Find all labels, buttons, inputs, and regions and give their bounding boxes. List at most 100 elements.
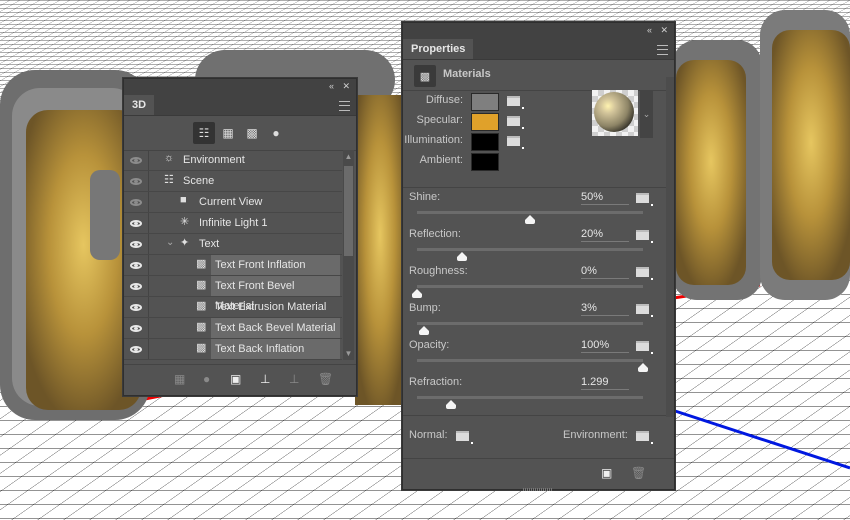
properties-footer: ▣ 🗑 (403, 458, 674, 491)
visibility-toggle[interactable] (124, 234, 149, 254)
panel-title-bar[interactable]: « ✕ (124, 79, 356, 95)
slider-thumb[interactable] (412, 289, 422, 298)
layer-row[interactable]: ✳ Infinite Light 1 (124, 213, 342, 234)
delete-icon[interactable]: 🗑 (631, 466, 646, 480)
render-icon[interactable]: ▣ (601, 466, 612, 480)
slider-value-input[interactable]: 100% (581, 339, 629, 353)
slider-label: Roughness: (409, 265, 468, 277)
visibility-toggle[interactable] (124, 255, 149, 275)
visibility-toggle[interactable] (124, 150, 149, 170)
slider-thumb[interactable] (638, 363, 648, 372)
drop-to-ground-icon[interactable]: ⊥ (260, 372, 270, 386)
slider-value-input[interactable]: 50% (581, 191, 629, 205)
slider-thumb[interactable] (525, 215, 535, 224)
slider-track[interactable] (417, 359, 643, 362)
eye-icon (130, 261, 142, 269)
texture-folder-icon[interactable] (636, 341, 653, 354)
layer-label: Scene (183, 175, 215, 187)
layer-row[interactable]: ▩ Text Back Bevel Material (124, 318, 342, 339)
texture-edit-icon[interactable] (507, 96, 524, 109)
render-icon[interactable]: ▣ (230, 372, 241, 386)
visibility-toggle[interactable] (124, 192, 149, 212)
layer-row[interactable]: ☼ Environment (124, 150, 342, 171)
slider-track[interactable] (417, 248, 643, 251)
new-mesh-icon[interactable]: ▦ (174, 372, 185, 386)
material-sphere (594, 92, 634, 132)
layer-row[interactable]: ▩ Text Extrusion Material (124, 297, 342, 318)
tab-properties[interactable]: Properties (403, 39, 474, 59)
folder-icon[interactable] (507, 116, 524, 129)
texture-folder-icon[interactable] (636, 267, 653, 280)
texture-folder-icon[interactable] (636, 304, 653, 317)
slider-track[interactable] (417, 322, 643, 325)
visibility-toggle[interactable] (124, 339, 149, 359)
layer-label: Text Back Inflation Material (211, 339, 340, 359)
color-swatch[interactable] (471, 153, 499, 171)
texture-folder-icon[interactable] (636, 193, 653, 206)
resize-gripper[interactable] (523, 488, 553, 491)
environment-folder-icon[interactable] (636, 431, 653, 444)
folder-icon[interactable] (507, 136, 524, 149)
layer-row[interactable]: ⌄ ✦ Text (124, 234, 342, 255)
visibility-toggle[interactable] (124, 171, 149, 191)
eye-icon (130, 282, 142, 290)
material-icon[interactable]: ▩ (241, 122, 263, 144)
color-label: Diffuse: (425, 94, 463, 106)
section-title: Materials (443, 68, 491, 80)
collapse-icon[interactable]: « (647, 25, 652, 35)
visibility-toggle[interactable] (124, 318, 149, 338)
panel-scrollbar[interactable] (666, 77, 674, 417)
eye-icon (130, 156, 142, 164)
material-icon: ▩ (196, 258, 207, 270)
scroll-thumb[interactable] (344, 166, 353, 256)
tab-3d[interactable]: 3D (124, 95, 155, 115)
color-swatch[interactable] (471, 93, 499, 111)
slider-thumb[interactable] (445, 400, 456, 409)
panel-title-bar[interactable]: « ✕ (403, 23, 674, 39)
scroll-up-icon[interactable]: ▲ (343, 152, 354, 161)
slider-value-input[interactable]: 3% (581, 302, 629, 316)
slider-track[interactable] (417, 285, 643, 288)
close-icon[interactable]: ✕ (342, 81, 350, 92)
panel-menu-icon[interactable] (657, 45, 668, 55)
panel-menu-icon[interactable] (339, 101, 350, 111)
material-icon: ▩ (196, 342, 207, 354)
slider-value-input[interactable]: 0% (581, 265, 629, 279)
eye-icon (130, 219, 142, 227)
normal-folder-icon[interactable] (456, 431, 473, 444)
scene-tree-icon[interactable]: ☷ (193, 122, 215, 144)
expand-chevron-icon[interactable]: ⌄ (166, 237, 174, 248)
slider-value-input[interactable]: 1.299 (581, 376, 629, 390)
material-preview[interactable] (592, 90, 638, 136)
layer-row[interactable]: ▩ Text Front Inflation Material (124, 255, 342, 291)
layer-row[interactable]: ■ Current View (124, 192, 342, 213)
light-bulb-icon[interactable]: ● (265, 122, 287, 144)
color-swatch[interactable] (471, 113, 499, 131)
slider-value-input[interactable]: 20% (581, 228, 629, 242)
eye-icon (130, 303, 142, 311)
layer-row[interactable]: ▩ Text Back Inflation Material (124, 339, 342, 360)
slider-thumb[interactable] (457, 252, 468, 261)
layer-row[interactable]: ▩ Text Front Bevel Material (124, 276, 342, 312)
layer-scrollbar[interactable]: ▲ ▼ (343, 150, 354, 360)
slider-thumb[interactable] (418, 326, 429, 335)
color-swatch[interactable] (471, 133, 499, 151)
scroll-down-icon[interactable]: ▼ (343, 349, 354, 358)
delete-icon[interactable]: 🗑 (318, 372, 333, 386)
slider-label: Refraction: (409, 376, 463, 388)
remove-constraint-icon[interactable]: ⊥ (289, 372, 299, 386)
texture-folder-icon[interactable] (636, 230, 653, 243)
collapse-icon[interactable]: « (329, 81, 334, 91)
visibility-toggle[interactable] (124, 213, 149, 233)
slider-label: Bump: (409, 302, 441, 314)
visibility-toggle[interactable] (124, 297, 149, 317)
visibility-toggle[interactable] (124, 276, 149, 296)
material-picker-dropdown[interactable]: ⌄ (640, 90, 653, 138)
new-light-icon[interactable]: ● (203, 372, 210, 386)
layer-row[interactable]: ☷ Scene (124, 171, 342, 192)
close-icon[interactable]: ✕ (660, 25, 668, 36)
slider-track[interactable] (417, 396, 643, 399)
color-label: Specular: (416, 114, 463, 126)
slider-track[interactable] (417, 211, 643, 214)
mesh-icon[interactable]: ▦ (217, 122, 239, 144)
